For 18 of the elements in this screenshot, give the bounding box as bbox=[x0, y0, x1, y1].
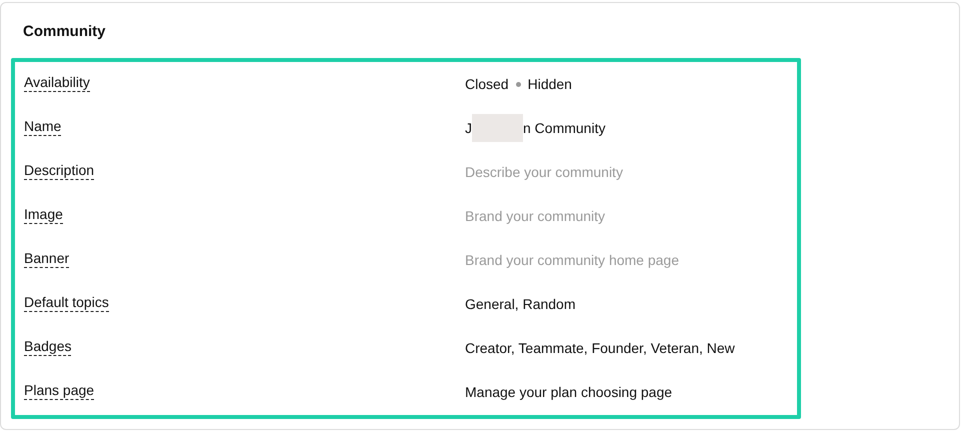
redaction-block bbox=[472, 114, 523, 142]
section-title: Community bbox=[22, 23, 106, 42]
status-value: Closed bbox=[465, 76, 509, 92]
setting-value[interactable]: Manage your plan choosing page bbox=[465, 384, 672, 400]
separator-dot bbox=[516, 82, 521, 87]
status-value: Hidden bbox=[528, 76, 572, 92]
setting-label[interactable]: Default topics bbox=[24, 294, 109, 312]
setting-label[interactable]: Availability bbox=[24, 74, 90, 92]
setting-label[interactable]: Image bbox=[24, 206, 63, 224]
setting-value[interactable]: General, Random bbox=[465, 296, 576, 312]
name-value-end: n Community bbox=[523, 120, 606, 136]
setting-value[interactable]: Creator, Teammate, Founder, Veteran, New bbox=[465, 340, 735, 356]
setting-label[interactable]: Description bbox=[24, 162, 94, 180]
setting-label[interactable]: Plans page bbox=[24, 382, 94, 400]
setting-label[interactable]: Badges bbox=[24, 338, 72, 356]
name-value-start: J bbox=[465, 120, 472, 136]
setting-label[interactable]: Banner bbox=[24, 250, 70, 268]
setting-label[interactable]: Name bbox=[24, 118, 62, 136]
